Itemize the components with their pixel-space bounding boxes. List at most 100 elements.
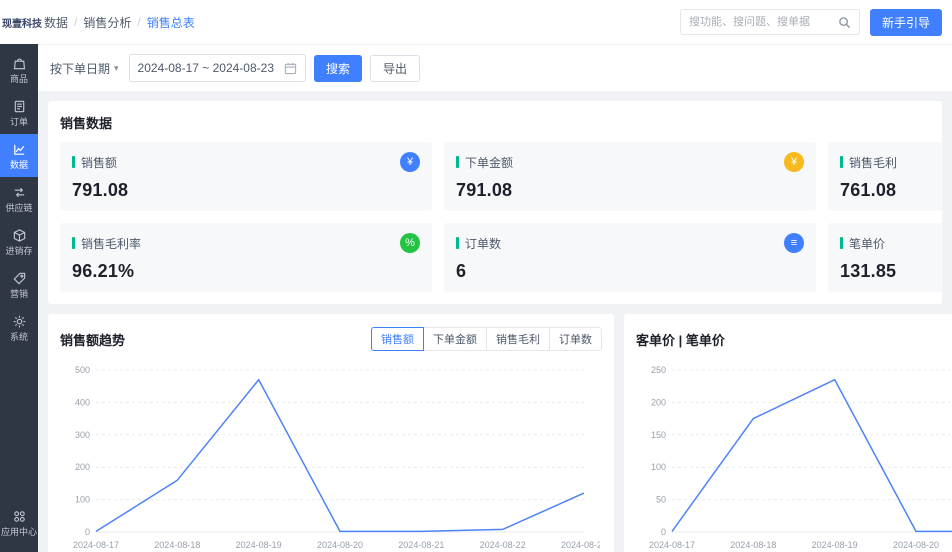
global-search-box[interactable] [679, 9, 860, 35]
percent-icon: % [400, 233, 420, 253]
sidebar-item-label: 数据 [9, 160, 28, 170]
tab-order-amount[interactable]: 下单金额 [423, 327, 487, 351]
sidebar-item-label: 供应链 [5, 203, 33, 213]
tab-gross-profit[interactable]: 销售毛利 [486, 327, 550, 351]
search-input[interactable] [688, 16, 838, 28]
goods-icon [13, 58, 25, 70]
date-range-picker[interactable]: 2024-08-17 ~ 2024-08-23 [128, 54, 306, 82]
svg-text:0: 0 [661, 527, 666, 537]
tab-order-count[interactable]: 订单数 [549, 327, 602, 351]
date-type-label: 按下单日期 [50, 61, 111, 76]
sidebar-item-label: 营销 [9, 289, 28, 299]
sidebar-item-orders[interactable]: 订单 [0, 91, 38, 134]
svg-text:2024-08-19: 2024-08-19 [812, 540, 858, 550]
app-root: 现壹科技 数据 / 销售分析 / 销售总表 新手引导 商品 订单 [0, 0, 952, 552]
sidebar-item-label: 应用中心 [0, 527, 37, 537]
svg-text:2024-08-20: 2024-08-20 [893, 540, 939, 550]
svg-text:2024-08-18: 2024-08-18 [154, 540, 200, 550]
sales-data-card: 销售数据 销售额 ¥ 791.08 下单金额 ¥ 791.08 销售毛利 761… [48, 101, 942, 304]
svg-text:300: 300 [75, 430, 90, 440]
sales-trend-card: 销售额趋势 销售额 下单金额 销售毛利 订单数 0 100 200 300 400 500… [48, 314, 614, 552]
order-icon [14, 100, 24, 113]
sales-trend-chart: 0 100 200 300 400 500 2024-08-17 2024-08-18 2024… [73, 365, 600, 550]
sidebar-item-marketing[interactable]: 营销 [0, 263, 38, 306]
breadcrumb: 数据 / 销售分析 / 销售总表 [44, 14, 195, 31]
unit-price-card: 客单价 | 笔单价 0 50 100 150 200 250 2024-08-17 2024-… [624, 314, 952, 552]
export-button[interactable]: 导出 [370, 54, 421, 82]
svg-text:50: 50 [656, 495, 666, 505]
charts-row: 销售额趋势 销售额 下单金额 销售毛利 订单数 0 100 200 300 400 500… [48, 314, 952, 552]
stat-tile-sales-amount: 销售额 ¥ 791.08 [60, 142, 432, 211]
stat-label: 销售额 [81, 155, 118, 170]
sidebar-item-supply-chain[interactable]: 供应链 [0, 177, 38, 220]
unit-price-title: 客单价 | 笔单价 [636, 332, 725, 348]
topbar: 现壹科技 数据 / 销售分析 / 销售总表 新手引导 [0, 0, 952, 44]
breadcrumb-item-data[interactable]: 数据 [44, 14, 68, 31]
svg-text:2024-08-23: 2024-08-23 [561, 540, 600, 550]
svg-text:2024-08-19: 2024-08-19 [236, 540, 282, 550]
breadcrumb-separator: / [137, 15, 141, 29]
stat-tile-gross-margin: 销售毛利率 % 96.21% [60, 223, 432, 292]
stat-value: 6 [456, 261, 467, 281]
guide-button[interactable]: 新手引导 [869, 8, 942, 36]
stat-value: 791.08 [72, 180, 129, 200]
sidebar-item-label: 系统 [9, 332, 28, 342]
search-button[interactable]: 搜索 [314, 54, 363, 82]
stat-value: 131.85 [840, 261, 897, 281]
calendar-icon [284, 62, 297, 74]
trend-metric-tabs: 销售额 下单金额 销售毛利 订单数 [371, 327, 602, 351]
svg-text:2024-08-17: 2024-08-17 [649, 540, 695, 550]
sidebar-item-label: 进销存 [5, 246, 33, 256]
svg-text:200: 200 [75, 462, 90, 472]
stat-tiles: 销售额 ¥ 791.08 下单金额 ¥ 791.08 销售毛利 761.08 销… [60, 142, 942, 292]
stat-value: 791.08 [456, 180, 513, 200]
page-body: 销售数据 销售额 ¥ 791.08 下单金额 ¥ 791.08 销售毛利 761… [38, 91, 952, 552]
sidebar-item-inventory[interactable]: 进销存 [0, 220, 38, 263]
stat-value: 96.21% [72, 261, 135, 281]
sidebar-item-system[interactable]: 系统 [0, 306, 38, 349]
svg-text:0: 0 [85, 527, 90, 537]
breadcrumb-item-sales-analysis[interactable]: 销售分析 [83, 14, 131, 31]
date-type-select[interactable]: 按下单日期 ▾ [48, 60, 121, 77]
accent-bar [456, 156, 459, 168]
stat-value: 761.08 [840, 180, 897, 200]
content-area: 按下单日期 ▾ 2024-08-17 ~ 2024-08-23 搜索 导出 销售… [38, 44, 952, 552]
accent-bar [72, 237, 75, 249]
breadcrumb-separator: / [74, 15, 78, 29]
unit-price-chart: 0 50 100 150 200 250 2024-08-17 2024-08-18 2024-… [649, 365, 952, 550]
sidebar-item-label: 商品 [9, 74, 28, 84]
list-icon: ≡ [784, 233, 804, 253]
sidebar-item-goods[interactable]: 商品 [0, 48, 38, 91]
sidebar-item-data[interactable]: 数据 [0, 134, 38, 177]
svg-text:2024-08-18: 2024-08-18 [730, 540, 776, 550]
svg-text:2024-08-21: 2024-08-21 [398, 540, 444, 550]
stat-label: 笔单价 [849, 236, 886, 251]
main-area: 商品 订单 数据 供应链 进销存 营销 系统 应用中心 按下单日期 ▾ 2024… [0, 44, 952, 552]
date-range-value: 2024-08-17 ~ 2024-08-23 [137, 61, 274, 75]
svg-text:500: 500 [75, 365, 90, 375]
svg-text:250: 250 [651, 365, 666, 375]
yuan-icon: ¥ [784, 152, 804, 172]
svg-text:100: 100 [651, 462, 666, 472]
brand-logo: 现壹科技 [2, 18, 42, 30]
topbar-right: 新手引导 [679, 8, 942, 36]
svg-text:2024-08-22: 2024-08-22 [480, 540, 526, 550]
marketing-icon [13, 272, 25, 285]
stat-label: 下单金额 [465, 155, 514, 170]
stat-tile-avg-order-value: 笔单价 ¥ 131.85 [828, 223, 942, 292]
stat-tile-gross-profit: 销售毛利 ¥ 761.08 [828, 142, 942, 211]
search-icon[interactable] [838, 16, 851, 29]
svg-text:100: 100 [75, 495, 90, 505]
svg-text:2024-08-20: 2024-08-20 [317, 540, 363, 550]
supply-chain-icon [14, 187, 24, 198]
gear-icon [13, 315, 25, 328]
tab-sales-amount[interactable]: 销售额 [371, 327, 424, 351]
stat-label: 销售毛利 [849, 155, 898, 170]
filter-bar: 按下单日期 ▾ 2024-08-17 ~ 2024-08-23 搜索 导出 [38, 44, 952, 91]
stat-label: 销售毛利率 [81, 236, 142, 251]
breadcrumb-item-sales-summary[interactable]: 销售总表 [147, 14, 195, 31]
svg-text:400: 400 [75, 397, 90, 407]
svg-text:2024-08-17: 2024-08-17 [73, 540, 119, 550]
sidebar-item-app-center[interactable]: 应用中心 [0, 501, 38, 544]
